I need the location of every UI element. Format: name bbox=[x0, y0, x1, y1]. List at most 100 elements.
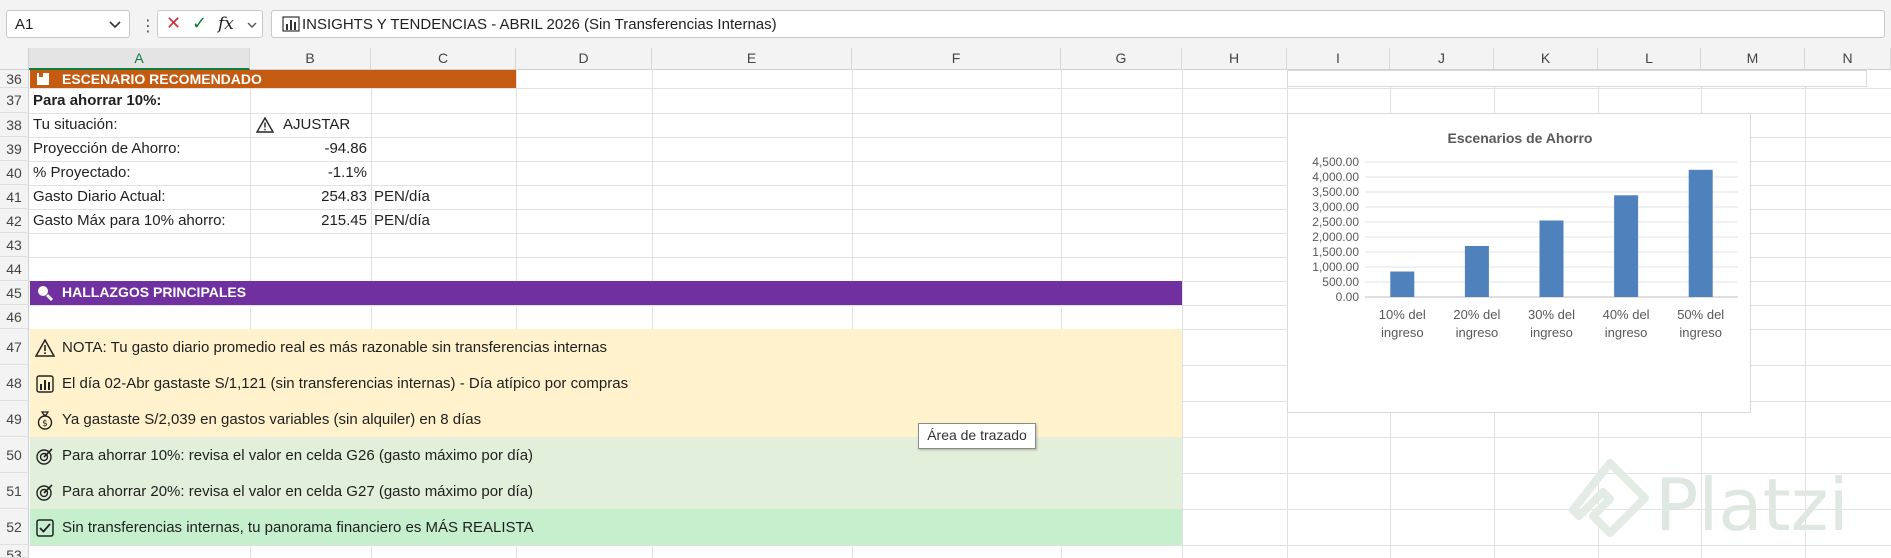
x-tick-label: ingreso bbox=[1381, 325, 1424, 340]
row-header-36[interactable]: 36 bbox=[0, 70, 29, 88]
savings-chart[interactable]: Escenarios de Ahorro 0.00 500.00 1,000.00 1… bbox=[1287, 113, 1751, 413]
hallazgo-item: Sin transferencias internas, tu panorama… bbox=[62, 519, 534, 536]
col-header-h[interactable]: H bbox=[1182, 48, 1287, 70]
chevron-down-icon[interactable] bbox=[246, 17, 258, 33]
chevron-down-icon[interactable] bbox=[107, 15, 123, 33]
escenario-title: ESCENARIO RECOMENDADO bbox=[62, 71, 262, 87]
chart-bar[interactable] bbox=[1390, 271, 1415, 298]
formula-bar: A1 ⋮ ✕ ✓ fx INSIGHTS Y TENDENCIAS - ABRI… bbox=[0, 0, 1891, 49]
watermark-text: Platzi bbox=[1655, 463, 1849, 547]
row-header-40[interactable]: 40 bbox=[0, 161, 29, 185]
row-header-39[interactable]: 39 bbox=[0, 137, 29, 161]
x-tick-label: 50% del bbox=[1677, 307, 1724, 322]
enter-icon[interactable]: ✓ bbox=[192, 13, 207, 34]
hallazgo-item: Ya gastaste S/2,039 en gastos variables … bbox=[62, 411, 482, 428]
x-tick-label: ingreso bbox=[1605, 325, 1648, 340]
x-tick-label: 40% del bbox=[1603, 307, 1650, 322]
x-tick-label: ingreso bbox=[1679, 325, 1722, 340]
col-header-f[interactable]: F bbox=[852, 48, 1061, 70]
y-tick-label: 1,500.00 bbox=[1312, 245, 1359, 259]
row-header-50[interactable]: 50 bbox=[0, 437, 29, 473]
proyeccion-label: Proyección de Ahorro: bbox=[33, 140, 181, 157]
more-options-icon[interactable]: ⋮ bbox=[140, 16, 156, 36]
escenario-header: ESCENARIO RECOMENDADO bbox=[30, 70, 516, 88]
row-header-44[interactable]: 44 bbox=[0, 257, 29, 281]
situacion-value: AJUSTAR bbox=[283, 116, 351, 133]
col-header-c[interactable]: C bbox=[371, 48, 516, 70]
proyeccion-value: -94.86 bbox=[324, 140, 367, 157]
cancel-icon[interactable]: ✕ bbox=[166, 13, 181, 34]
col-header-g[interactable]: G bbox=[1061, 48, 1182, 70]
insert-function-icon[interactable]: fx bbox=[218, 14, 234, 34]
row-header-53[interactable]: 53 bbox=[0, 545, 29, 558]
row-header-48[interactable]: 48 bbox=[0, 365, 29, 401]
name-box-value: A1 bbox=[15, 16, 34, 33]
bar-chart-icon bbox=[36, 375, 54, 393]
hallazgo-item: NOTA: Tu gasto diario promedio real es m… bbox=[62, 339, 607, 356]
hallazgos-title: HALLAZGOS PRINCIPALES bbox=[62, 284, 247, 300]
row-header-46[interactable]: 46 bbox=[0, 305, 29, 329]
escenario-subtitle: Para ahorrar 10%: bbox=[33, 92, 162, 109]
gasto-diario-label: Gasto Diario Actual: bbox=[33, 188, 166, 205]
row-header-37[interactable]: 37 bbox=[0, 88, 29, 113]
col-header-b[interactable]: B bbox=[250, 48, 371, 70]
warning-icon bbox=[35, 339, 55, 357]
porcentaje-label: % Proyectado: bbox=[33, 164, 131, 181]
chart-canvas: Escenarios de Ahorro 0.00500.001,000.001… bbox=[1312, 130, 1738, 340]
chart-title: Escenarios de Ahorro bbox=[1448, 130, 1593, 146]
col-header-d[interactable]: D bbox=[516, 48, 652, 70]
gasto-max-unit: PEN/día bbox=[374, 212, 430, 229]
target-icon bbox=[36, 484, 53, 501]
col-header-k[interactable]: K bbox=[1494, 48, 1598, 70]
row-header-43[interactable]: 43 bbox=[0, 233, 29, 257]
row-header-38[interactable]: 38 bbox=[0, 113, 29, 137]
chart-bar[interactable] bbox=[1688, 169, 1713, 297]
col-header-l[interactable]: L bbox=[1598, 48, 1701, 70]
gridline bbox=[29, 88, 1891, 89]
gasto-diario-value: 254.83 bbox=[321, 188, 367, 205]
gasto-max-label: Gasto Máx para 10% ahorro: bbox=[33, 212, 226, 229]
row-header-41[interactable]: 41 bbox=[0, 185, 29, 209]
col-header-e[interactable]: E bbox=[652, 48, 852, 70]
formula-input[interactable]: INSIGHTS Y TENDENCIAS - ABRIL 2026 (Sin … bbox=[271, 10, 1885, 38]
hallazgos-header: HALLAZGOS PRINCIPALES bbox=[30, 281, 1182, 305]
row-header-51[interactable]: 51 bbox=[0, 473, 29, 509]
col-header-a[interactable]: A bbox=[29, 48, 250, 70]
document-icon bbox=[37, 73, 49, 85]
row-header-49[interactable]: 49 bbox=[0, 401, 29, 437]
x-tick-label: 10% del bbox=[1379, 307, 1426, 322]
x-tick-label: ingreso bbox=[1456, 325, 1499, 340]
y-tick-label: 4,500.00 bbox=[1312, 155, 1359, 169]
platzi-watermark: Platzi bbox=[1565, 455, 1885, 555]
row-header-52[interactable]: 52 bbox=[0, 509, 29, 545]
select-all-corner[interactable] bbox=[0, 48, 29, 70]
name-box[interactable]: A1 bbox=[6, 10, 130, 38]
col-header-m[interactable]: M bbox=[1701, 48, 1805, 70]
chart-bar[interactable] bbox=[1539, 220, 1564, 298]
platzi-logo-icon bbox=[1569, 459, 1649, 537]
y-tick-label: 4,000.00 bbox=[1312, 170, 1359, 184]
y-tick-label: 0.00 bbox=[1336, 290, 1360, 304]
chart-tooltip: Área de trazado bbox=[918, 423, 1036, 449]
y-tick-label: 2,500.00 bbox=[1312, 215, 1359, 229]
gridline bbox=[1182, 70, 1183, 558]
chart-bar[interactable] bbox=[1614, 195, 1639, 297]
magnifier-icon bbox=[38, 286, 54, 302]
target-icon bbox=[36, 448, 53, 465]
situacion-label: Tu situación: bbox=[33, 116, 118, 133]
col-header-n[interactable]: N bbox=[1805, 48, 1891, 70]
warning-icon bbox=[256, 117, 274, 133]
porcentaje-value: -1.1% bbox=[327, 164, 367, 181]
y-tick-label: 1,000.00 bbox=[1312, 260, 1359, 274]
col-header-j[interactable]: J bbox=[1390, 48, 1494, 70]
col-header-i[interactable]: I bbox=[1287, 48, 1390, 70]
chart-bar[interactable] bbox=[1464, 246, 1489, 297]
row-header-45[interactable]: 45 bbox=[0, 281, 29, 305]
hallazgo-item: El día 02-Abr gastaste S/1,121 (sin tran… bbox=[62, 375, 629, 392]
money-bag-icon: $ bbox=[37, 411, 53, 430]
hallazgo-item: Para ahorrar 10%: revisa el valor en cel… bbox=[62, 447, 534, 464]
row-header-42[interactable]: 42 bbox=[0, 209, 29, 233]
row-header-47[interactable]: 47 bbox=[0, 329, 29, 365]
svg-text:$: $ bbox=[42, 419, 48, 429]
x-tick-label: 30% del bbox=[1528, 307, 1575, 322]
